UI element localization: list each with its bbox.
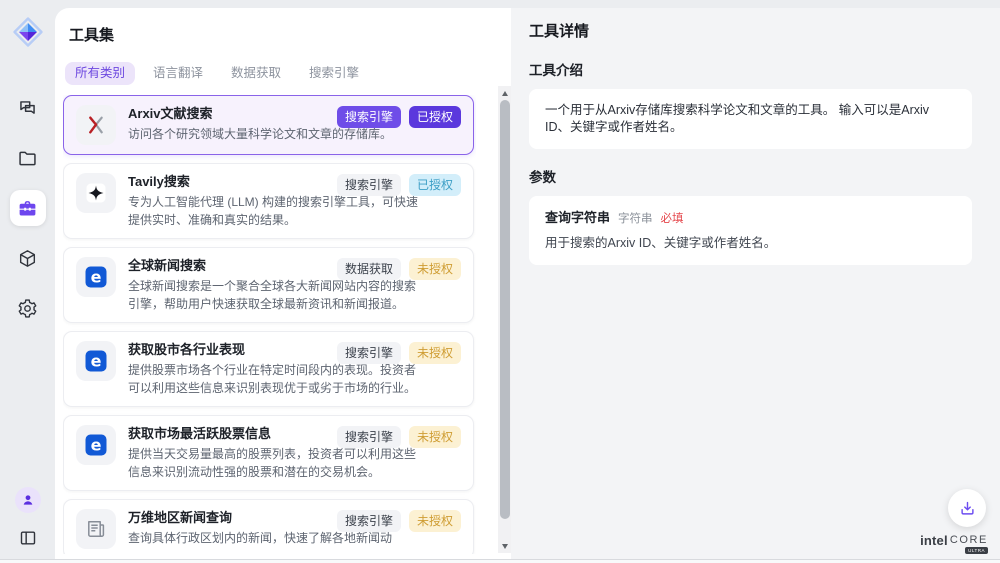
tool-card[interactable]: Arxiv文献搜索 访问各个研究领域大量科学论文和文章的存储库。 搜索引擎 已授…: [63, 95, 474, 155]
tool-description: 全球新闻搜索是一个聚合全球各大新闻网站内容的搜索引擎，帮助用户快速获取全球最新资…: [128, 277, 420, 313]
sidebar-item-packages[interactable]: [10, 240, 46, 276]
intro-box: 一个用于从Arxiv存储库搜索科学论文和文章的工具。 输入可以是Arxiv ID…: [529, 89, 972, 149]
download-icon: [958, 499, 977, 518]
window-bottom-edge: [0, 559, 1000, 563]
parameter-header: 查询字符串 字符串 必填: [545, 209, 956, 228]
intel-core-logo: intel CORE ULTRA: [920, 534, 988, 554]
chat-icon: [17, 98, 38, 119]
category-badge: 搜索引擎: [337, 174, 401, 196]
arxiv-x-icon: [76, 105, 116, 145]
param-type: 字符串: [618, 211, 653, 228]
tool-details-panel: 工具详情 工具介绍 一个用于从Arxiv存储库搜索科学论文和文章的工具。 输入可…: [511, 8, 1000, 563]
left-rail: [0, 0, 55, 563]
params-heading: 参数: [529, 169, 972, 187]
sidebar-item-settings[interactable]: [10, 290, 46, 326]
cube-icon: [17, 248, 38, 269]
tool-cards-list: Arxiv文献搜索 访问各个研究领域大量科学论文和文章的存储库。 搜索引擎 已授…: [63, 95, 476, 554]
news-e-icon: e: [76, 257, 116, 297]
app-window: 工具集 所有类别语言翻译数据获取搜索引擎 Arxiv文献搜索 访问各个研究领域大…: [0, 0, 1000, 563]
status-badge: 未授权: [409, 426, 461, 448]
tab-category-0[interactable]: 所有类别: [65, 62, 135, 85]
gear-icon: [17, 298, 38, 319]
param-name: 查询字符串: [545, 209, 610, 226]
folder-icon: [17, 148, 38, 169]
svg-text:e: e: [91, 351, 102, 370]
tool-card[interactable]: e 全球新闻搜索 全球新闻搜索是一个聚合全球各大新闻网站内容的搜索引擎，帮助用户…: [63, 247, 474, 323]
toolbox-icon: [17, 198, 38, 219]
core-badge: ULTRA: [965, 547, 988, 554]
gem-logo: [12, 16, 44, 48]
tool-description: 提供当天交易量最高的股票列表，投资者可以利用这些信息来识别流动性强的股票和潜在的…: [128, 445, 420, 481]
rail-bottom: [15, 487, 41, 551]
tool-card[interactable]: e 获取股市各行业表现 提供股票市场各个行业在特定时间段内的表现。投资者可以利用…: [63, 331, 474, 407]
category-badge: 搜索引擎: [337, 426, 401, 448]
param-description: 用于搜索的Arxiv ID、关键字或作者姓名。: [545, 235, 956, 252]
category-tabs: 所有类别语言翻译数据获取搜索引擎: [65, 62, 511, 85]
tool-description: 提供股票市场各个行业在特定时间段内的表现。投资者可以利用这些信息来识别表现优于或…: [128, 361, 420, 397]
category-badge: 搜索引擎: [337, 510, 401, 532]
tool-card[interactable]: e 获取市场最活跃股票信息 提供当天交易量最高的股票列表，投资者可以利用这些信息…: [63, 415, 474, 491]
main-container: 工具集 所有类别语言翻译数据获取搜索引擎 Arxiv文献搜索 访问各个研究领域大…: [55, 8, 1000, 563]
newspaper-icon: [76, 509, 116, 549]
scrollbar-thumb[interactable]: [500, 100, 510, 519]
intro-text: 一个用于从Arxiv存储库搜索科学论文和文章的工具。 输入可以是Arxiv ID…: [545, 103, 929, 134]
news-e-icon: e: [76, 425, 116, 465]
intro-heading: 工具介绍: [529, 62, 972, 80]
user-avatar-icon: [20, 492, 36, 508]
sparkle-star-icon: [76, 173, 116, 213]
tools-panel-title: 工具集: [69, 26, 511, 46]
svg-text:e: e: [91, 267, 102, 286]
sidebar-item-tools[interactable]: [10, 190, 46, 226]
status-badge: 未授权: [409, 510, 461, 532]
tool-description: 专为人工智能代理 (LLM) 构建的搜索引擎工具，可快速提供实时、准确和真实的结…: [128, 193, 420, 229]
tool-card[interactable]: 万维地区新闻查询 查询具体行政区划内的新闻，快速了解各地新闻动 搜索引擎 未授权: [63, 499, 474, 554]
parameter-box: 查询字符串 字符串 必填 用于搜索的Arxiv ID、关键字或作者姓名。: [529, 196, 972, 265]
svg-text:e: e: [91, 435, 102, 454]
sidebar-item-folder[interactable]: [10, 140, 46, 176]
tool-card-badges: 数据获取 未授权: [337, 258, 461, 280]
status-badge: 已授权: [409, 174, 461, 196]
param-required-badge: 必填: [661, 211, 684, 228]
tools-list-panel: 工具集 所有类别语言翻译数据获取搜索引擎 Arxiv文献搜索 访问各个研究领域大…: [55, 8, 511, 563]
scroll-up-arrow[interactable]: [498, 87, 511, 99]
status-badge: 未授权: [409, 258, 461, 280]
category-badge: 搜索引擎: [337, 342, 401, 364]
status-badge: 已授权: [409, 106, 461, 128]
panel-toggle-button[interactable]: [15, 525, 41, 551]
details-title: 工具详情: [529, 22, 972, 42]
core-wordmark-wrap: CORE ULTRA: [950, 534, 988, 554]
list-scrollbar[interactable]: [498, 86, 511, 553]
download-button[interactable]: [948, 489, 986, 527]
category-badge: 搜索引擎: [337, 106, 401, 128]
tool-card-badges: 搜索引擎 已授权: [337, 174, 461, 196]
tool-card[interactable]: Tavily搜索 专为人工智能代理 (LLM) 构建的搜索引擎工具，可快速提供实…: [63, 163, 474, 239]
panel-toggle-icon: [18, 528, 38, 548]
tool-card-badges: 搜索引擎 已授权: [337, 106, 461, 128]
tab-category-3[interactable]: 搜索引擎: [299, 62, 369, 85]
user-avatar[interactable]: [15, 487, 41, 513]
tab-category-2[interactable]: 数据获取: [221, 62, 291, 85]
intel-wordmark: intel: [920, 534, 948, 547]
news-e-icon: e: [76, 341, 116, 381]
status-badge: 未授权: [409, 342, 461, 364]
tool-card-badges: 搜索引擎 未授权: [337, 342, 461, 364]
core-wordmark: CORE: [950, 534, 988, 546]
category-badge: 数据获取: [337, 258, 401, 280]
sidebar-item-chat[interactable]: [10, 90, 46, 126]
tab-category-1[interactable]: 语言翻译: [143, 62, 213, 85]
rail-nav: [10, 90, 46, 326]
tool-card-badges: 搜索引擎 未授权: [337, 426, 461, 448]
tool-card-badges: 搜索引擎 未授权: [337, 510, 461, 532]
scroll-down-arrow[interactable]: [498, 540, 511, 552]
